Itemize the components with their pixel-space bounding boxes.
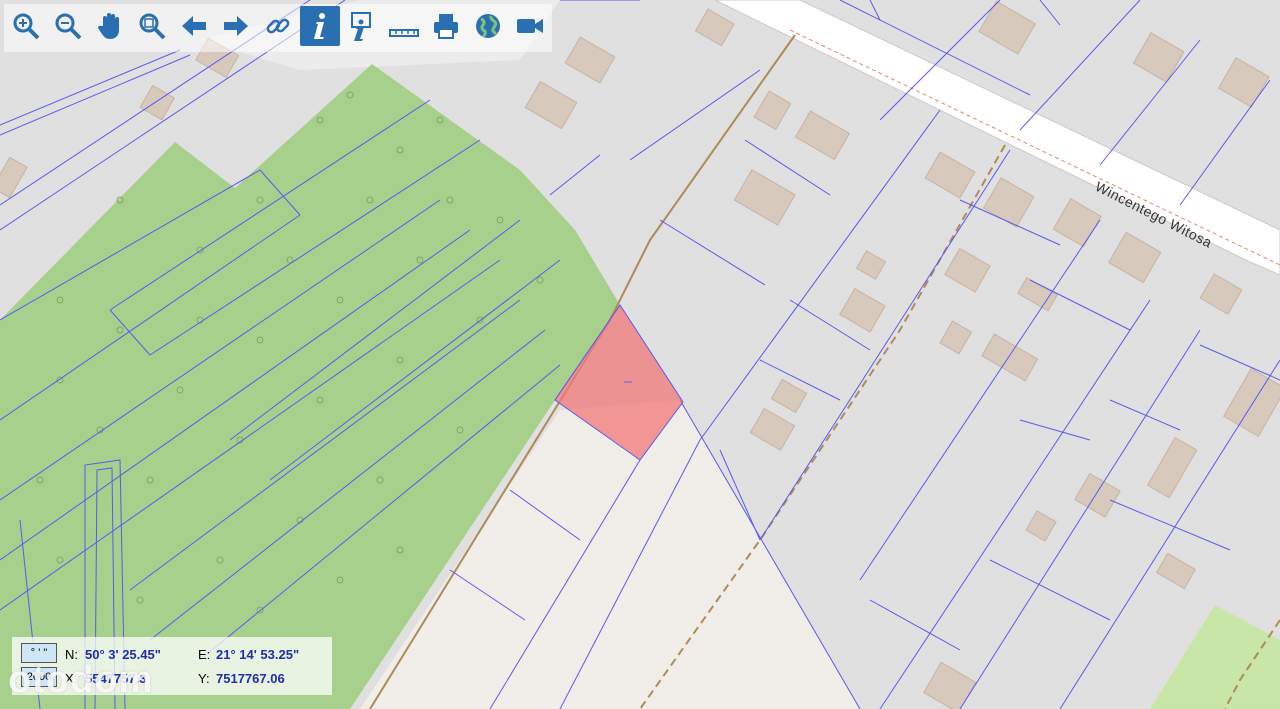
zoom-box-icon — [139, 13, 166, 40]
zoom-out-button[interactable] — [48, 6, 88, 46]
forward-button[interactable] — [216, 6, 256, 46]
ruler-icon — [389, 29, 419, 37]
e-value: 21° 14' 53.25" — [216, 647, 300, 662]
link-button[interactable] — [258, 6, 298, 46]
globe-icon — [476, 14, 500, 39]
video-button[interactable] — [510, 6, 550, 46]
print-button[interactable] — [426, 6, 466, 46]
arrow-right-icon — [224, 16, 248, 36]
info-extended-button[interactable] — [342, 6, 382, 46]
measure-button[interactable] — [384, 6, 424, 46]
zoom-in-icon — [13, 13, 40, 40]
map-toolbar — [4, 4, 552, 52]
globe-button[interactable] — [468, 6, 508, 46]
info-pointer-icon — [351, 12, 371, 41]
hand-icon — [97, 13, 119, 39]
back-button[interactable] — [174, 6, 214, 46]
printer-icon — [434, 14, 458, 39]
y-label: Y: — [198, 671, 210, 686]
e-label: E: — [198, 647, 211, 662]
pan-button[interactable] — [90, 6, 130, 46]
map-canvas[interactable] — [0, 0, 1280, 709]
link-icon — [266, 18, 290, 34]
zoom-extent-button[interactable] — [132, 6, 172, 46]
y-value: 7517767.06 — [216, 671, 285, 686]
arrow-left-icon — [182, 16, 206, 36]
info-icon — [314, 13, 325, 39]
info-button[interactable] — [300, 6, 340, 46]
otodom-watermark: otodom — [8, 659, 154, 701]
video-camera-icon — [517, 19, 543, 33]
zoom-in-button[interactable] — [6, 6, 46, 46]
zoom-out-icon — [55, 13, 82, 40]
